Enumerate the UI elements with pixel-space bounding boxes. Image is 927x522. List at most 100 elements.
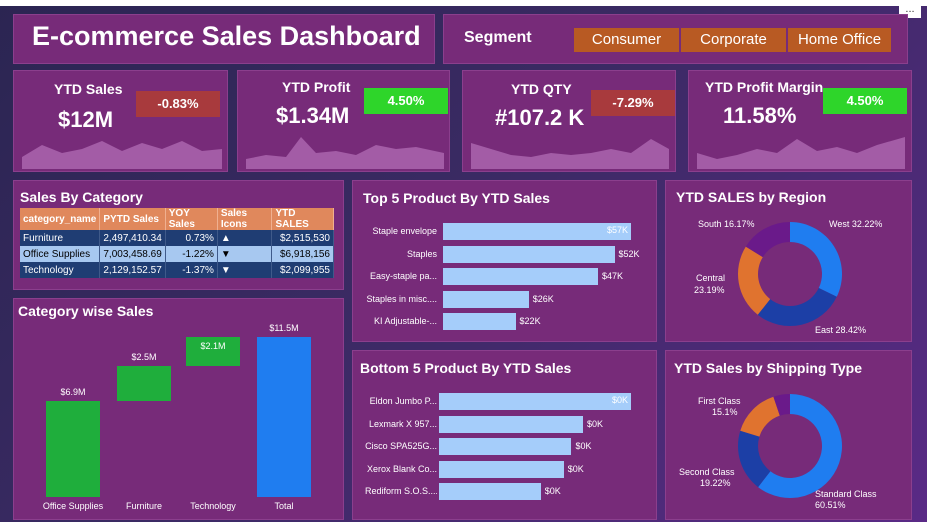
bar-data-label: $47K: [602, 271, 624, 281]
donut-label-second-name: Second Class: [679, 467, 735, 477]
segment-label: Segment: [464, 29, 532, 46]
table-header-row: category_name PYTD Sales YOY Sales Sales…: [20, 208, 334, 230]
segment-corporate-button[interactable]: Corporate: [681, 28, 786, 52]
trend-up-icon: ▲: [217, 230, 273, 246]
table-row[interactable]: Technology 2,129,152.57 -1.37% ▼ $2,099,…: [20, 262, 334, 278]
cell-pytd: 2,497,410.34: [99, 230, 166, 246]
bar-category-label: Xerox Blank Co...: [366, 463, 437, 474]
bar-category-label: Cisco SPA525G...: [365, 441, 437, 451]
bar[interactable]: [439, 483, 541, 500]
waterfall-data-label: $6.9M: [60, 387, 86, 397]
sales-by-category-panel: Sales By Category category_name PYTD Sal…: [13, 180, 344, 290]
bar-category-label: Rediform S.O.S....: [365, 486, 437, 496]
bar-data-label: $0K: [587, 418, 604, 429]
kpi-card-ytd-profit: YTD Profit $1.34M 4.50%: [237, 70, 450, 172]
bar-data-label: $26K: [532, 293, 554, 304]
bar-data-label: $0K: [567, 463, 584, 474]
donut-slice[interactable]: [757, 288, 837, 326]
bar-category-label: Eldon Jumbo P...: [369, 396, 437, 406]
kpi-title: YTD Sales: [54, 81, 123, 97]
cell-pytd: 2,129,152.57: [99, 262, 166, 278]
column-header[interactable]: YTD SALES: [271, 208, 334, 230]
donut-label-central-pct: 23.19%: [694, 285, 725, 295]
cell-yoy: 0.73%: [165, 230, 218, 246]
column-header[interactable]: PYTD Sales: [99, 208, 166, 230]
bar[interactable]: $0K: [439, 393, 631, 410]
panel-title: Sales By Category: [20, 189, 143, 205]
donut-slice[interactable]: [738, 246, 771, 315]
waterfall-category-label: Total: [274, 501, 294, 511]
bar-data-label: $57K: [606, 225, 628, 235]
bar[interactable]: [439, 438, 572, 455]
waterfall-data-label: $11.5M: [269, 323, 299, 333]
bar[interactable]: [443, 313, 516, 330]
bar[interactable]: [439, 460, 564, 478]
bar-category-label: Staple envelope: [372, 226, 437, 236]
bar-category-label: Staples: [406, 248, 437, 259]
bar[interactable]: [443, 268, 599, 285]
waterfall-category-label: Technology: [190, 501, 236, 511]
donut-slice[interactable]: [740, 396, 780, 437]
waterfall-category-label: Furniture: [125, 501, 162, 511]
cell-category: Technology: [20, 262, 101, 278]
sparkline-area: [246, 137, 444, 169]
donut-label-east: East 28.42%: [815, 325, 867, 335]
bar[interactable]: [443, 290, 529, 308]
kpi-change-badge: 4.50%: [823, 88, 907, 114]
category-table: category_name PYTD Sales YOY Sales Sales…: [20, 208, 334, 278]
sparkline-area: [471, 139, 669, 169]
waterfall-bar[interactable]: [257, 337, 311, 497]
segment-consumer-button[interactable]: Consumer: [574, 28, 679, 52]
column-header[interactable]: YOY Sales: [165, 208, 218, 230]
kpi-change-badge: -0.83%: [136, 91, 220, 117]
kpi-title: YTD QTY: [511, 81, 572, 97]
donut-label-first-name: First Class: [698, 396, 741, 406]
kpi-title: YTD Profit Margin: [705, 79, 824, 95]
cell-category: Furniture: [20, 230, 101, 246]
region-donut-panel: YTD SALES by Region South 16.17% West 32…: [665, 180, 912, 342]
sparkline-area: [22, 141, 222, 169]
dashboard-title-panel: E-commerce Sales Dashboard: [13, 14, 435, 64]
cell-ytd: $6,918,156: [271, 246, 334, 262]
waterfall-data-label: $2.5M: [131, 352, 157, 363]
bar-category-label: KI Adjustable-...: [373, 316, 437, 326]
bar[interactable]: [443, 245, 615, 263]
cell-ytd: $2,099,955: [271, 262, 334, 278]
donut-label-first-pct: 15.1%: [712, 407, 738, 417]
kpi-card-ytd-qty: YTD QTY #107.2 K -7.29%: [462, 70, 676, 172]
kpi-change-badge: 4.50%: [364, 88, 448, 114]
donut-label-south: South 16.17%: [698, 219, 755, 229]
bar-category-label: Staples in misc....: [366, 293, 437, 304]
donut-slice[interactable]: [790, 222, 842, 297]
donut-label-second-pct: 19.22%: [700, 478, 731, 488]
bar[interactable]: $57K: [443, 223, 631, 240]
window-top-strip: [0, 0, 927, 6]
bar-data-label: $0K: [611, 395, 628, 405]
trend-down-icon: ▼: [217, 262, 273, 278]
bar-data-label: $0K: [575, 441, 592, 451]
kpi-title: YTD Profit: [282, 79, 351, 95]
column-header[interactable]: Sales Icons: [217, 208, 273, 230]
donut-label-standard-pct: 60.51%: [815, 500, 846, 510]
waterfall-chart: $6.9M Office Supplies $2.5M Furniture $2.1M T…: [14, 299, 345, 521]
bar[interactable]: [439, 415, 583, 433]
table-row[interactable]: Furniture 2,497,410.34 0.73% ▲ $2,515,53…: [20, 230, 334, 246]
waterfall-bar[interactable]: [46, 401, 100, 497]
donut-label-standard-name: Standard Class: [815, 489, 877, 499]
top5-products-panel: Top 5 Product By YTD Sales Staple envelo…: [352, 180, 657, 342]
shipping-donut-panel: YTD Sales by Shipping Type First Class 1…: [665, 350, 912, 520]
bar-data-label: $22K: [519, 316, 541, 326]
kpi-card-ytd-profit-margin: YTD Profit Margin 11.58% 4.50%: [688, 70, 912, 172]
column-header[interactable]: category_name: [20, 208, 101, 230]
cell-ytd: $2,515,530: [271, 230, 334, 246]
bar-data-label: $52K: [618, 248, 640, 259]
cell-category: Office Supplies: [20, 246, 101, 262]
segment-home-office-button[interactable]: Home Office: [788, 28, 891, 52]
kpi-change-badge: -7.29%: [591, 90, 675, 116]
waterfall-category-label: Office Supplies: [42, 501, 104, 511]
table-row[interactable]: Office Supplies 7,003,458.69 -1.22% ▼ $6…: [20, 246, 334, 262]
kpi-value: #107.2 K: [495, 105, 585, 130]
kpi-value: 11.58%: [723, 103, 797, 128]
waterfall-bar[interactable]: [117, 366, 171, 401]
panel-title: Top 5 Product By YTD Sales: [363, 190, 550, 206]
